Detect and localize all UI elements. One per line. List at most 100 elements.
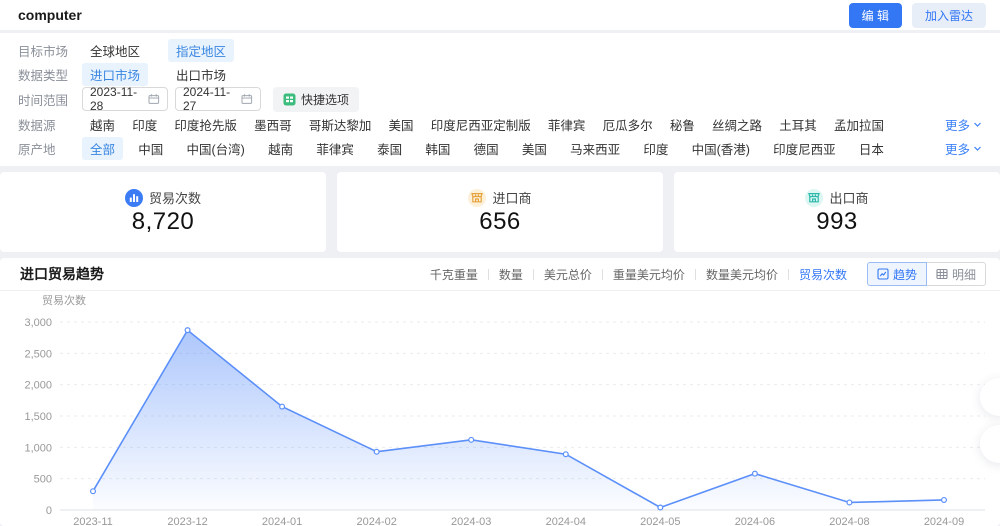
filter-option[interactable]: 印度尼西亚 bbox=[765, 137, 844, 160]
calendar-icon bbox=[148, 93, 160, 105]
filter-option[interactable]: 日本 bbox=[851, 137, 892, 160]
metric-tab[interactable]: 千克重量 bbox=[420, 266, 488, 283]
filter-option[interactable]: 美国 bbox=[381, 113, 422, 136]
svg-text:2024-05: 2024-05 bbox=[640, 516, 680, 526]
chart-tools: 千克重量数量美元总价重量美元均价数量美元均价贸易次数 趋势 bbox=[420, 262, 986, 286]
metric-tab[interactable]: 数量 bbox=[489, 266, 533, 283]
quick-options-button[interactable]: 快捷选项 bbox=[273, 87, 359, 112]
data-source-more-link[interactable]: 更多 bbox=[945, 115, 982, 134]
exporter-shop-icon bbox=[805, 189, 823, 207]
chevron-down-icon bbox=[973, 120, 982, 129]
filter-option[interactable]: 马来西亚 bbox=[562, 137, 628, 160]
filter-option[interactable]: 墨西哥 bbox=[246, 113, 300, 136]
topbar-buttons: 编 辑 加入雷达 bbox=[849, 3, 986, 28]
filter-option[interactable]: 厄瓜多尔 bbox=[595, 113, 661, 136]
add-to-radar-button[interactable]: 加入雷达 bbox=[912, 3, 986, 28]
stat-label: 贸易次数 bbox=[149, 188, 201, 207]
filter-row-data-source: 数据源 越南印度印度抢先版墨西哥哥斯达黎加美国印度尼西亚定制版菲律宾厄瓜多尔秘鲁… bbox=[18, 113, 982, 136]
stat-value: 993 bbox=[816, 208, 858, 236]
svg-text:3,000: 3,000 bbox=[24, 317, 52, 329]
trend-line-chart[interactable]: 贸易次数05001,0001,5002,0002,5003,0002023-11… bbox=[0, 291, 1000, 526]
floating-widget bbox=[980, 378, 1000, 472]
filter-option[interactable]: 指定地区 bbox=[168, 39, 234, 62]
filter-option[interactable]: 出口市场 bbox=[168, 63, 234, 86]
filter-option[interactable]: 德国 bbox=[466, 137, 507, 160]
metric-tab[interactable]: 贸易次数 bbox=[789, 266, 857, 283]
filter-option[interactable]: 哥斯达黎加 bbox=[301, 113, 380, 136]
start-date-input[interactable]: 2023-11-28 bbox=[82, 87, 168, 111]
filter-row-date-range: 时间范围 2023-11-28 2024-11-27 bbox=[18, 87, 982, 112]
svg-text:2024-02: 2024-02 bbox=[356, 516, 396, 526]
bar-chart-icon bbox=[125, 189, 143, 207]
stat-label: 进口商 bbox=[492, 188, 531, 207]
detail-grid-icon bbox=[936, 268, 948, 280]
svg-text:500: 500 bbox=[34, 474, 52, 486]
filter-option[interactable]: 印度抢先版 bbox=[166, 113, 245, 136]
metric-tab[interactable]: 数量美元均价 bbox=[696, 266, 788, 283]
trend-view-button[interactable]: 趋势 bbox=[867, 262, 927, 286]
filter-options: 越南印度印度抢先版墨西哥哥斯达黎加美国印度尼西亚定制版菲律宾厄瓜多尔秘鲁丝绸之路… bbox=[82, 113, 892, 136]
filter-option[interactable]: 印度尼西亚定制版 bbox=[423, 113, 539, 136]
svg-text:2024-09: 2024-09 bbox=[924, 516, 964, 526]
filter-label: 数据源 bbox=[18, 115, 82, 134]
filter-row-data-type: 数据类型 进口市场出口市场 bbox=[18, 63, 982, 86]
filter-option[interactable]: 全部 bbox=[82, 137, 123, 160]
filter-option[interactable]: 韩国 bbox=[417, 137, 458, 160]
chart-header: 进口贸易趋势 千克重量数量美元总价重量美元均价数量美元均价贸易次数 趋势 bbox=[0, 258, 1000, 291]
origin-more-link[interactable]: 更多 bbox=[945, 139, 982, 158]
filter-option[interactable]: 全球地区 bbox=[82, 39, 148, 62]
end-date-input[interactable]: 2024-11-27 bbox=[175, 87, 261, 111]
chevron-down-icon bbox=[973, 144, 982, 153]
filter-option[interactable]: 中国 bbox=[130, 137, 171, 160]
detail-view-button[interactable]: 明细 bbox=[927, 262, 986, 286]
filter-option[interactable]: 孟加拉国 bbox=[826, 113, 892, 136]
filter-options: 全球地区指定地区 bbox=[82, 39, 234, 62]
detail-label: 明细 bbox=[952, 266, 976, 283]
filter-option[interactable]: 印度 bbox=[635, 137, 676, 160]
filter-option[interactable]: 丝绸之路 bbox=[704, 113, 770, 136]
stat-card-importers: 进口商 656 bbox=[337, 172, 663, 252]
svg-text:2023-11: 2023-11 bbox=[73, 516, 113, 526]
svg-text:2024-03: 2024-03 bbox=[451, 516, 491, 526]
filter-options: 进口市场出口市场 bbox=[82, 63, 234, 86]
metric-tab[interactable]: 重量美元均价 bbox=[603, 266, 695, 283]
filter-option[interactable]: 菲律宾 bbox=[308, 137, 362, 160]
floating-button[interactable] bbox=[980, 378, 1000, 416]
filter-option[interactable]: 印度 bbox=[124, 113, 165, 136]
page-title: computer bbox=[18, 7, 82, 23]
svg-text:1,000: 1,000 bbox=[24, 442, 52, 454]
chart-title: 进口贸易趋势 bbox=[20, 264, 104, 284]
filter-option[interactable]: 进口市场 bbox=[82, 63, 148, 86]
filter-option[interactable]: 秘鲁 bbox=[662, 113, 703, 136]
svg-text:2,500: 2,500 bbox=[24, 348, 52, 360]
stat-card-header: 贸易次数 bbox=[125, 188, 201, 207]
end-date-value: 2024-11-27 bbox=[183, 85, 241, 113]
filter-row-target-market: 目标市场 全球地区指定地区 bbox=[18, 39, 982, 62]
filter-option[interactable]: 泰国 bbox=[369, 137, 410, 160]
filter-option[interactable]: 越南 bbox=[260, 137, 301, 160]
svg-text:贸易次数: 贸易次数 bbox=[42, 293, 86, 307]
filter-panel: 目标市场 全球地区指定地区 数据类型 进口市场出口市场 时间范围 2023-11… bbox=[0, 33, 1000, 166]
stat-card-header: 进口商 bbox=[468, 188, 531, 207]
filter-option[interactable]: 越南 bbox=[82, 113, 123, 136]
stat-cards: 贸易次数 8,720 进口商 656 bbox=[0, 172, 1000, 252]
filter-label: 数据类型 bbox=[18, 65, 82, 84]
stat-card-trades: 贸易次数 8,720 bbox=[0, 172, 326, 252]
filter-option[interactable]: 土耳其 bbox=[771, 113, 825, 136]
filter-option[interactable]: 中国(台湾) bbox=[179, 137, 253, 160]
more-label: 更多 bbox=[945, 115, 970, 134]
filter-option[interactable]: 菲律宾 bbox=[540, 113, 594, 136]
floating-button[interactable] bbox=[980, 425, 1000, 463]
more-label: 更多 bbox=[945, 139, 970, 158]
view-buttons: 趋势 明细 bbox=[867, 262, 986, 286]
importer-shop-icon bbox=[468, 189, 486, 207]
chart-card: 进口贸易趋势 千克重量数量美元总价重量美元均价数量美元均价贸易次数 趋势 bbox=[0, 258, 1000, 526]
metric-tab[interactable]: 美元总价 bbox=[534, 266, 602, 283]
filter-label: 目标市场 bbox=[18, 41, 82, 60]
filter-option[interactable]: 美国 bbox=[514, 137, 555, 160]
edit-button[interactable]: 编 辑 bbox=[849, 3, 902, 28]
trend-icon bbox=[877, 268, 889, 280]
filter-option[interactable]: 中国(香港) bbox=[684, 137, 758, 160]
filter-label: 原产地 bbox=[18, 139, 82, 158]
filter-label: 时间范围 bbox=[18, 90, 82, 109]
